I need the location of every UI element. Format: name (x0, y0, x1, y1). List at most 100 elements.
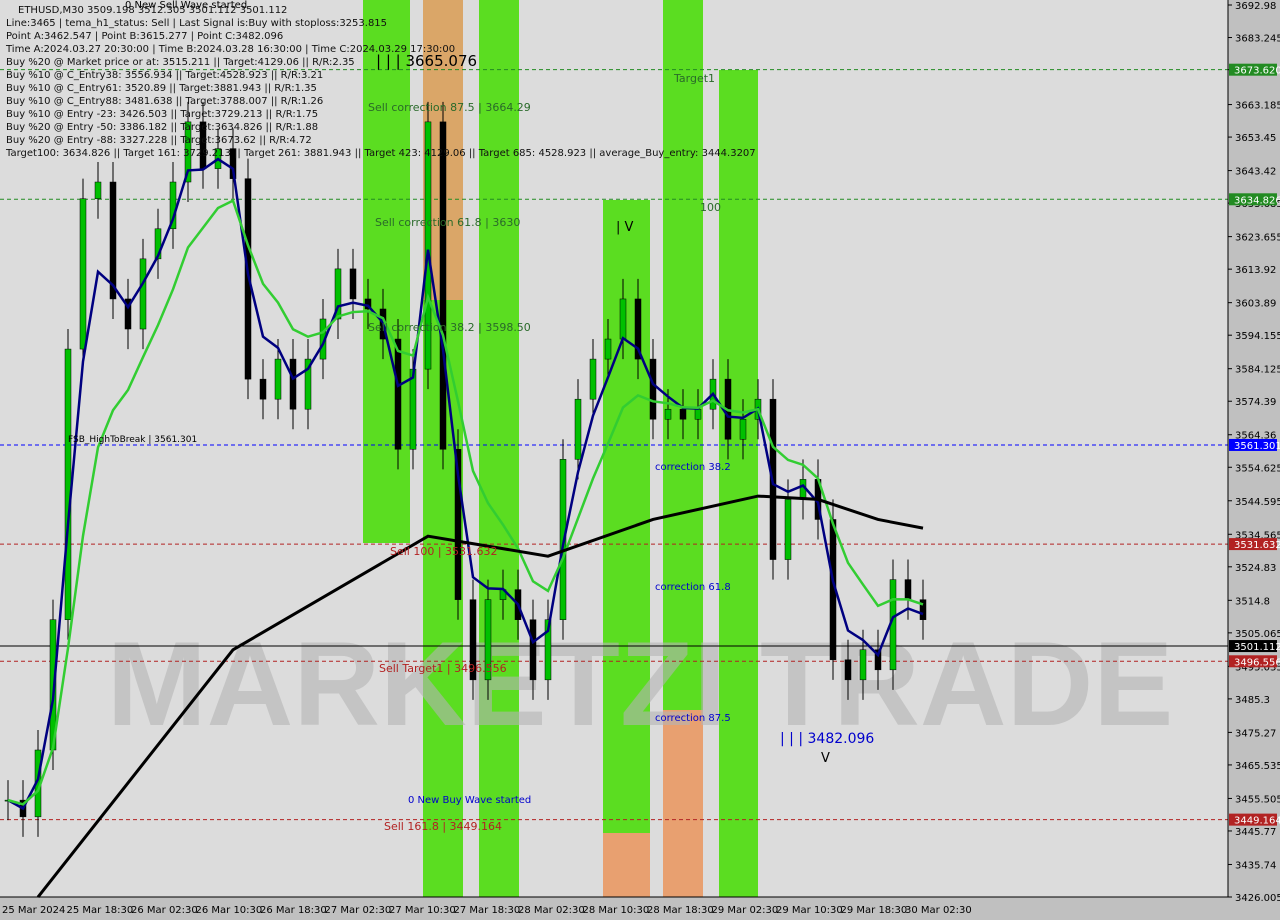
x-tick-label: 30 Mar 02:30 (905, 905, 972, 916)
candle (859, 649, 867, 681)
candle (94, 181, 102, 199)
info-line: Buy %10 @ C_Entry88: 3481.638 || Target:… (6, 96, 324, 107)
x-axis: 25 Mar 2024 25 Mar 18:3026 Mar 02:3026 Ma… (2, 905, 972, 916)
x-tick-label: 27 Mar 10:30 (389, 905, 456, 916)
x-tick-label: 29 Mar 02:30 (712, 905, 779, 916)
x-tick-label: 26 Mar 18:30 (260, 905, 327, 916)
info-line: Buy %10 @ C_Entry38: 3556.934 || Target:… (6, 70, 324, 81)
t100-label: 100 (700, 201, 721, 214)
y-tick-label: 3584.125 (1235, 365, 1280, 376)
info-line: Buy %20 @ Entry -88: 3327.228 || Target:… (6, 135, 312, 146)
x-tick-label: 25 Mar 2024 (2, 905, 65, 916)
chart-window: MARKETZI TRADE | | | 3665.076 Sell corre… (0, 0, 1280, 920)
y-tick-label: 3554.625 (1235, 463, 1280, 474)
sell-corr-382: Sell correction 38.2 | 3598.50 (368, 321, 531, 334)
info-line: Point A:3462.547 | Point B:3615.277 | Po… (6, 31, 284, 42)
y-tick-label: 3426.005 (1235, 893, 1280, 904)
candle (589, 358, 597, 400)
candle (619, 298, 627, 340)
watermark: MARKETZI TRADE (107, 617, 1174, 751)
candle (109, 181, 117, 300)
corr875-label: correction 87.5 (655, 713, 731, 724)
candle (904, 579, 912, 600)
y-tick-label: 3524.83 (1235, 563, 1276, 574)
price-badge-label: 3673.620 (1234, 66, 1280, 77)
candle (664, 408, 672, 420)
candle (289, 358, 297, 410)
y-tick-label: 3683.245 (1235, 34, 1280, 45)
y-tick-label: 3692.98 (1235, 1, 1276, 12)
corr618-label: correction 61.8 (655, 582, 731, 593)
candle (739, 418, 747, 440)
v-label: V (821, 751, 830, 766)
candle (409, 368, 417, 450)
price-badge-label: 3496.556 (1234, 657, 1280, 668)
y-tick-label: 3544.595 (1235, 497, 1280, 508)
x-tick-label: 28 Mar 18:30 (647, 905, 714, 916)
candle (604, 338, 612, 360)
y-tick-label: 3505.065 (1235, 629, 1280, 640)
y-tick-label: 3475.27 (1235, 728, 1276, 739)
candle (439, 121, 447, 450)
low-label: | | | 3482.096 (780, 731, 874, 747)
symbol-line: ETHUSD,M30 3509.198 3512.305 3501.112 35… (18, 5, 288, 16)
x-tick-label: 29 Mar 18:30 (841, 905, 908, 916)
candle (79, 198, 87, 350)
y-tick-label: 3445.77 (1235, 827, 1276, 838)
sell-100: Sell 100 | 3531.632 (390, 545, 498, 558)
candle (784, 499, 792, 560)
y-tick-label: 3653.45 (1235, 133, 1276, 144)
y-tick-label: 3435.74 (1235, 860, 1276, 871)
x-tick-label: 27 Mar 02:30 (325, 905, 392, 916)
info-line: Buy %10 @ Entry -23: 3426.503 || Target:… (6, 109, 319, 120)
y-tick-label: 3613.92 (1235, 265, 1276, 276)
info-line: Time A:2024.03.27 20:30:00 | Time B:2024… (6, 44, 456, 55)
correction-zone (719, 70, 758, 897)
price-badge-label: 3501.112 (1234, 642, 1280, 653)
sell-corr-618: Sell correction 61.8 | 3630 (375, 216, 520, 229)
sell-target1: Sell Target1 | 3496.556 (379, 662, 507, 675)
price-badge-label: 3634.826 (1234, 195, 1280, 206)
candle (349, 268, 357, 300)
y-tick-label: 3623.655 (1235, 233, 1280, 244)
price-badge-label: 3561.301 (1234, 441, 1280, 452)
orange-zone (603, 833, 650, 897)
candle (274, 358, 282, 400)
price-badge-label: 3449.164 (1234, 816, 1280, 827)
candle (694, 408, 702, 420)
info-line: Target100: 3634.826 || Target 161: 3729.… (6, 148, 756, 159)
iv-label: | V (616, 220, 634, 235)
candle (259, 378, 267, 400)
candle (679, 408, 687, 420)
candle (139, 258, 147, 330)
candle (394, 338, 402, 450)
y-tick-label: 3643.42 (1235, 167, 1276, 178)
corr382-label: correction 38.2 (655, 462, 731, 473)
info-line: Line:3465 | tema_h1_status: Sell | Last … (6, 18, 388, 29)
y-tick-label: 3603.89 (1235, 299, 1276, 310)
y-tick-label: 3485.3 (1235, 695, 1270, 706)
candle (844, 659, 852, 681)
fsb-label: FSB_HighToBreak | 3561.301 (68, 435, 197, 445)
candle (529, 619, 537, 681)
info-line: Buy %10 @ C_Entry61: 3520.89 || Target:3… (6, 83, 317, 94)
y-tick-label: 3465.535 (1235, 761, 1280, 772)
candle (64, 348, 72, 620)
x-tick-label: 26 Mar 10:30 (196, 905, 263, 916)
info-line: Buy %20 @ Market price or at: 3515.211 |… (6, 57, 355, 68)
x-tick-label: 28 Mar 02:30 (518, 905, 585, 916)
candle (574, 398, 582, 460)
correction-zone (603, 200, 650, 897)
info-panel: ETHUSD,M30 3509.198 3512.305 3501.112 35… (6, 4, 756, 160)
y-axis: 3692.983683.2453673.623663.1853653.45364… (1228, 1, 1280, 904)
new-buy-label: 0 New Buy Wave started (408, 795, 531, 806)
sell-1618: Sell 161.8 | 3449.164 (384, 820, 502, 833)
x-tick-label: 28 Mar 10:30 (583, 905, 650, 916)
y-tick-label: 3594.155 (1235, 331, 1280, 342)
x-tick-label: 25 Mar 18:30 (67, 905, 134, 916)
price-badge-label: 3531.632 (1234, 540, 1280, 551)
info-line: Buy %20 @ Entry -50: 3386.182 || Target:… (6, 122, 319, 133)
x-tick-label: 26 Mar 02:30 (131, 905, 198, 916)
x-tick-label: 29 Mar 10:30 (776, 905, 843, 916)
y-tick-label: 3663.185 (1235, 101, 1280, 112)
